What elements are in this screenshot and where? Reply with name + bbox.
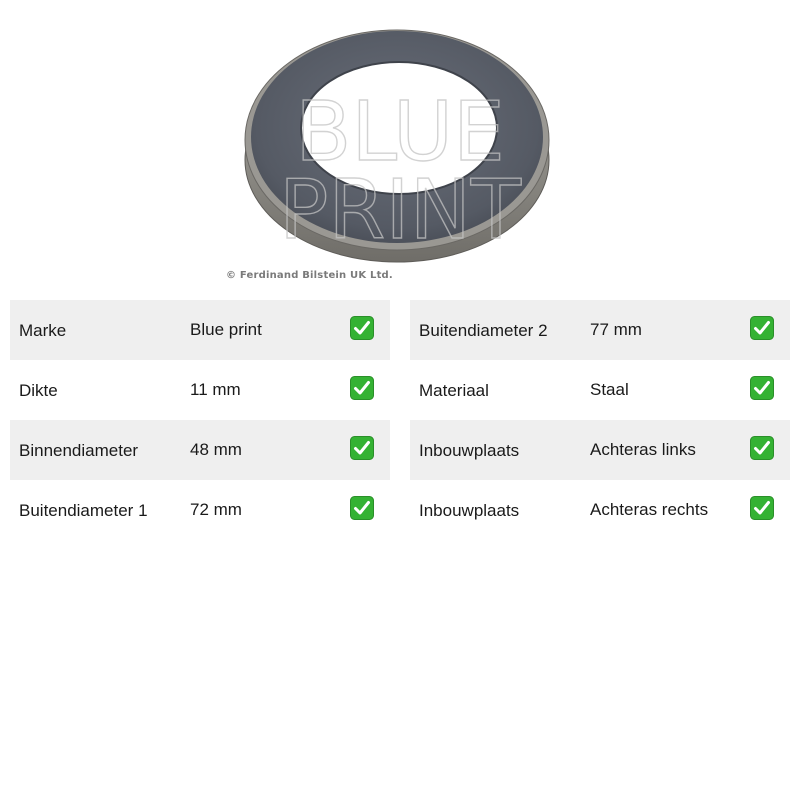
check-icon bbox=[750, 496, 774, 520]
spec-value: Achteras rechts bbox=[590, 500, 709, 519]
spec-row: Marke Blue print bbox=[10, 300, 390, 360]
watermark-line-2: PRINT bbox=[279, 163, 522, 258]
spec-value: 77 mm bbox=[590, 320, 642, 339]
spec-label: Buitendiameter 1 bbox=[19, 501, 148, 520]
spec-value: 11 mm bbox=[190, 380, 241, 399]
spec-row: Inbouwplaats Achteras links bbox=[410, 420, 790, 480]
spec-label: Buitendiameter 2 bbox=[419, 321, 548, 340]
spec-row: Materiaal Staal bbox=[410, 360, 790, 420]
spec-label: Materiaal bbox=[419, 381, 489, 400]
spec-row: Inbouwplaats Achteras rechts bbox=[410, 480, 790, 540]
spec-row: Binnendiameter 48 mm bbox=[10, 420, 390, 480]
spec-label: Marke bbox=[19, 321, 67, 340]
spec-label: Inbouwplaats bbox=[419, 441, 520, 460]
spec-value: Achteras links bbox=[590, 440, 696, 459]
spec-value: Staal bbox=[590, 380, 629, 399]
spec-row: Dikte 11 mm bbox=[10, 360, 390, 420]
check-icon bbox=[350, 376, 374, 400]
spec-value: 72 mm bbox=[190, 500, 242, 519]
spec-value: 48 mm bbox=[190, 440, 242, 459]
product-image: BLUE PRINT © Ferdinand Bilstein UK Ltd. bbox=[0, 0, 800, 295]
seal-ring-illustration: BLUE PRINT bbox=[244, 29, 550, 263]
spec-row: Buitendiameter 2 77 mm bbox=[410, 300, 790, 360]
check-icon bbox=[350, 496, 374, 520]
check-icon bbox=[350, 436, 374, 460]
check-icon bbox=[750, 436, 774, 460]
spec-label: Dikte bbox=[19, 381, 58, 400]
spec-row: Buitendiameter 1 72 mm bbox=[10, 480, 390, 540]
spec-table-left: Marke Blue print Dikte 11 mm Binnendiame… bbox=[10, 300, 390, 540]
copyright-text: © Ferdinand Bilstein UK Ltd. bbox=[226, 270, 393, 281]
spec-value: Blue print bbox=[190, 320, 262, 339]
check-icon bbox=[750, 376, 774, 400]
spec-label: Inbouwplaats bbox=[419, 501, 520, 520]
check-icon bbox=[350, 316, 374, 340]
check-icon bbox=[750, 316, 774, 340]
spec-table-right: Buitendiameter 2 77 mm Materiaal Staal I… bbox=[410, 300, 790, 540]
watermark-logo: BLUE PRINT bbox=[278, 84, 522, 258]
spec-label: Binnendiameter bbox=[19, 441, 139, 460]
